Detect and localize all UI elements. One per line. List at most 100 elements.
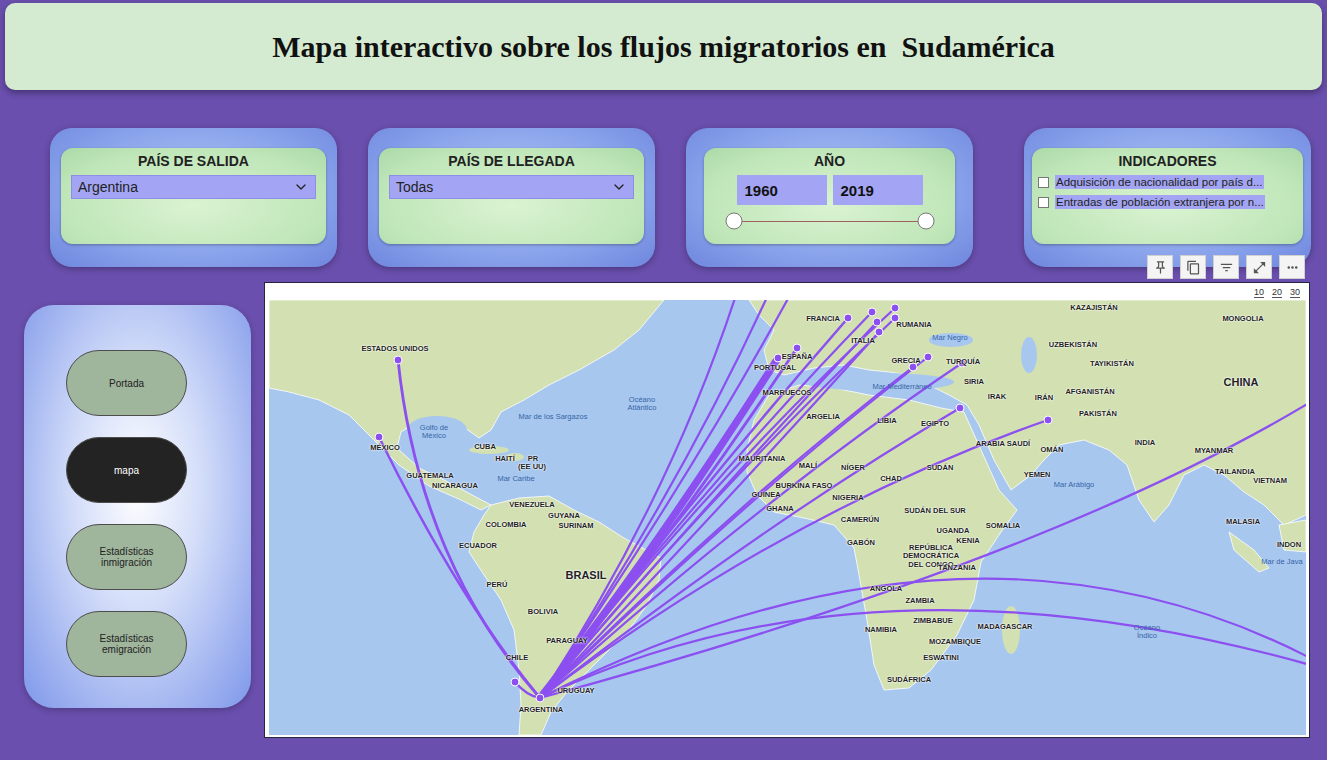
scale-mark: 10 bbox=[1254, 288, 1264, 298]
country-label: IRÁN bbox=[1035, 394, 1053, 402]
country-label: TAYIKISTÁN bbox=[1090, 360, 1134, 368]
water-label: Mar de Java bbox=[1261, 558, 1302, 566]
filter-row: PAÍS DE SALIDAArgentinaPAÍS DE LLEGADATo… bbox=[5, 128, 1322, 267]
filter-panel: PAÍS DE LLEGADATodas bbox=[379, 148, 644, 244]
country-label: OMÁN bbox=[1041, 446, 1064, 454]
map-canvas[interactable]: ESTADOS UNIDOSMÉXICOGUATEMALANICARAGUACU… bbox=[269, 300, 1306, 735]
destination-dot[interactable] bbox=[394, 356, 402, 364]
country-label: EGIPTO bbox=[921, 420, 949, 428]
country-label: VIETNAM bbox=[1253, 477, 1287, 485]
slider-track bbox=[734, 221, 926, 222]
nav-button[interactable]: Estadísticas emigración bbox=[66, 611, 187, 677]
destination-dot[interactable] bbox=[873, 318, 881, 326]
country-label: CHINA bbox=[1224, 376, 1259, 388]
indicator-option[interactable]: Entradas de población extranjera por n..… bbox=[1038, 195, 1297, 209]
migration-flow[interactable] bbox=[540, 300, 790, 698]
destination-dot[interactable] bbox=[924, 353, 932, 361]
visual-header-button[interactable] bbox=[1213, 255, 1239, 279]
migration-flow[interactable] bbox=[540, 308, 895, 698]
year-filter-card: AÑO 19602019 bbox=[686, 128, 973, 267]
destination-dot[interactable] bbox=[844, 314, 852, 322]
slider-start-handle[interactable] bbox=[725, 213, 742, 230]
destination-dot[interactable] bbox=[891, 314, 899, 322]
destination-dot[interactable] bbox=[875, 328, 883, 336]
country-label: ANGOLA bbox=[870, 585, 903, 593]
migration-flow[interactable] bbox=[540, 420, 1048, 698]
country-label: TANZANIA bbox=[938, 564, 976, 572]
year-end-field[interactable]: 2019 bbox=[833, 175, 923, 205]
country-label: ITALIA bbox=[851, 337, 875, 345]
indicator-option[interactable]: Adquisición de nacionalidad por país d..… bbox=[1038, 175, 1297, 189]
country-label: ECUADOR bbox=[459, 542, 497, 550]
visual-header-button[interactable] bbox=[1147, 255, 1173, 279]
migration-flow[interactable] bbox=[540, 408, 960, 698]
water-label: Océano Atlántico bbox=[615, 396, 670, 413]
nav-button[interactable]: mapa bbox=[66, 437, 187, 503]
country-label: AFGANISTÁN bbox=[1065, 388, 1114, 396]
filter-label: AÑO bbox=[814, 153, 845, 169]
migration-flow[interactable] bbox=[540, 322, 877, 698]
title-bar: Mapa interactivo sobre los flujos migrat… bbox=[5, 3, 1322, 90]
map-scale: 102030 bbox=[269, 283, 1306, 300]
destination-dot[interactable] bbox=[868, 308, 876, 316]
migration-flow[interactable] bbox=[398, 360, 540, 698]
country-label: ARGENTINA bbox=[519, 706, 564, 714]
land-shape bbox=[1229, 532, 1269, 572]
country-label: SOMALIA bbox=[986, 522, 1021, 530]
year-slider[interactable] bbox=[734, 210, 926, 232]
destination-dot[interactable] bbox=[375, 433, 383, 441]
country-label: ZAMBIA bbox=[905, 597, 934, 605]
black-sea-water bbox=[929, 333, 973, 347]
migration-flow[interactable] bbox=[540, 610, 1306, 698]
origin-dot[interactable] bbox=[536, 694, 544, 702]
country-label: LIBIA bbox=[877, 417, 897, 425]
migration-flow[interactable] bbox=[540, 400, 1306, 698]
country-label: FRANCIA bbox=[806, 315, 840, 323]
country-label: INDIA bbox=[1135, 439, 1155, 447]
country-label: PERÚ bbox=[487, 581, 508, 589]
nav-button[interactable]: Estadísticas inmigración bbox=[66, 524, 187, 590]
nav-button[interactable]: Portada bbox=[66, 350, 187, 416]
migration-flow[interactable] bbox=[540, 579, 1306, 698]
land-shape bbox=[1279, 520, 1306, 552]
destination-dot[interactable] bbox=[909, 363, 917, 371]
year-start-field[interactable]: 1960 bbox=[737, 175, 827, 205]
country-label: YEMEN bbox=[1024, 471, 1051, 479]
destination-dot[interactable] bbox=[1044, 416, 1052, 424]
water-label: Mar Negro bbox=[932, 334, 967, 342]
checkbox[interactable] bbox=[1038, 197, 1049, 208]
destination-dot[interactable] bbox=[793, 344, 801, 352]
copy-icon bbox=[1186, 260, 1201, 275]
departure-dropdown[interactable]: Argentina bbox=[71, 175, 316, 199]
arrival-filter-card: PAÍS DE LLEGADATodas bbox=[368, 128, 655, 267]
slider-end-handle[interactable] bbox=[917, 213, 934, 230]
arrival-dropdown[interactable]: Todas bbox=[389, 175, 634, 199]
checkbox[interactable] bbox=[1038, 177, 1049, 188]
migration-flow[interactable] bbox=[540, 300, 768, 698]
migration-flow[interactable] bbox=[379, 437, 540, 698]
dashboard-page: Mapa interactivo sobre los flujos migrat… bbox=[0, 0, 1327, 760]
country-label: MOZAMBIQUE bbox=[929, 638, 981, 646]
migration-flow[interactable] bbox=[540, 363, 962, 698]
destination-dot[interactable] bbox=[891, 304, 899, 312]
country-label: MÉXICO bbox=[370, 444, 400, 452]
water-label: Mar de los Sargazos bbox=[519, 413, 588, 421]
filter-panel: AÑO 19602019 bbox=[704, 148, 955, 244]
visual-header-button[interactable] bbox=[1279, 255, 1305, 279]
destination-dot[interactable] bbox=[958, 359, 966, 367]
map-visual: 102030ESTADOS UNIDOSMÉXICOGUATEMALANICAR… bbox=[264, 282, 1310, 738]
visual-header-button[interactable] bbox=[1246, 255, 1272, 279]
visual-header-button[interactable] bbox=[1180, 255, 1206, 279]
destination-dot[interactable] bbox=[774, 354, 782, 362]
destination-dot[interactable] bbox=[511, 678, 519, 686]
country-label: COLOMBIA bbox=[486, 521, 527, 529]
country-label: RUMANIA bbox=[896, 321, 931, 329]
country-label: BOLIVIA bbox=[528, 608, 558, 616]
island-shape bbox=[469, 446, 509, 454]
destination-dot[interactable] bbox=[956, 404, 964, 412]
country-label: UGANDA bbox=[937, 527, 970, 535]
water-label: Océano Índico bbox=[1126, 624, 1168, 641]
country-label: SUDÁN DEL SUR bbox=[904, 507, 966, 515]
country-label: UZBEKISTÁN bbox=[1049, 341, 1097, 349]
country-label: REPÚBLICA DEMOCRÁTICA DEL CONGO bbox=[901, 544, 961, 569]
